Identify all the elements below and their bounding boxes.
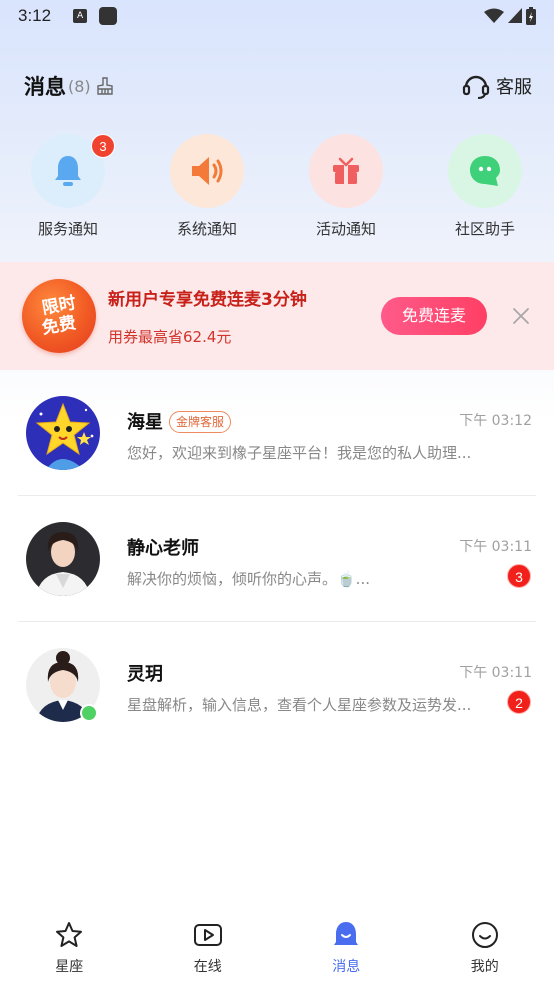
message-time: 下午 03:11 <box>459 665 532 681</box>
tab-label: 星座 <box>55 959 84 975</box>
contact-name-text: 海星 <box>127 412 163 433</box>
free-call-button[interactable]: 免费连麦 <box>381 297 487 335</box>
unread-badge: 2 <box>507 690 531 714</box>
shortcut-circle: 3 <box>31 134 115 208</box>
notification-a-icon: A <box>73 9 88 23</box>
tab-label: 在线 <box>193 959 222 975</box>
avatar <box>26 396 100 470</box>
shortcut-activity-notice[interactable]: 活动通知 <box>291 134 401 239</box>
star-icon <box>56 922 83 947</box>
chat-bubble-icon <box>470 156 500 186</box>
bottom-tab-bar: 星座 在线 消息 我的 <box>0 904 554 984</box>
shortcut-circle <box>448 134 522 208</box>
battery-icon <box>526 7 536 25</box>
close-icon[interactable] <box>510 305 532 327</box>
message-time: 下午 03:11 <box>459 539 532 555</box>
shortcut-label: 系统通知 <box>176 220 237 238</box>
tab-me[interactable]: 我的 <box>416 904 554 984</box>
message-count: (8) <box>68 76 91 96</box>
message-preview: 星盘解析，输入信息，查看个人星座参数及运势发... <box>127 696 472 714</box>
play-icon <box>193 924 222 946</box>
tab-label: 消息 <box>332 959 361 975</box>
page-header: 消息 (8) 客服 <box>24 68 532 104</box>
bell-icon <box>55 156 81 186</box>
message-preview: 您好，欢迎来到橡子星座平台！我是您的私人助理... <box>127 444 472 462</box>
headset-icon <box>462 75 490 99</box>
contact-name: 灵玥 <box>127 664 163 685</box>
customer-service-label: 客服 <box>496 77 532 98</box>
shortcut-circle <box>170 134 244 208</box>
limited-free-logo: 限时 免费 <box>22 279 96 353</box>
wifi-icon <box>484 8 504 23</box>
tab-messages[interactable]: 消息 <box>277 904 416 984</box>
message-preview: 解决你的烦恼，倾听你的心声。🍵... <box>127 570 370 588</box>
page-title: 消息 <box>24 75 66 99</box>
status-bar: 3:12 A <box>0 0 554 32</box>
tab-star[interactable]: 星座 <box>0 904 139 984</box>
message-bell-icon <box>334 922 359 945</box>
shortcut-system-notice[interactable]: 系统通知 <box>152 134 262 239</box>
shortcut-label: 活动通知 <box>315 220 376 238</box>
clear-unread-icon[interactable] <box>95 76 115 96</box>
logo-line2: 免费 <box>40 313 78 339</box>
tab-label: 我的 <box>470 959 499 975</box>
shortcut-service-notice[interactable]: 3 服务通知 <box>13 134 123 239</box>
online-status-dot <box>80 704 98 722</box>
gift-icon <box>333 157 359 184</box>
conversation-row[interactable]: 静心老师 下午 03:11 解决你的烦恼，倾听你的心声。🍵... 3 <box>0 496 554 622</box>
shortcut-community-assistant[interactable]: 社区助手 <box>430 134 540 239</box>
conversation-row[interactable]: 灵玥 下午 03:11 星盘解析，输入信息，查看个人星座参数及运势发... 2 <box>0 622 554 748</box>
promo-subtitle: 用券最高省62.4元 <box>108 328 232 346</box>
speaker-icon <box>192 157 223 185</box>
shortcut-label: 服务通知 <box>37 220 98 238</box>
customer-service-button[interactable]: 客服 <box>462 73 532 99</box>
notification-shortcuts: 3 服务通知 系统通知 活动通知 社区助手 <box>0 134 554 244</box>
smiley-icon <box>471 922 498 948</box>
service-notice-badge: 3 <box>91 134 115 158</box>
tab-online[interactable]: 在线 <box>139 904 278 984</box>
avatar <box>26 522 100 596</box>
gold-service-tag: 金牌客服 <box>169 411 232 433</box>
message-time: 下午 03:12 <box>459 413 532 429</box>
unread-badge: 3 <box>507 564 531 588</box>
conversation-row[interactable]: 海星 金牌客服 下午 03:12 您好，欢迎来到橡子星座平台！我是您的私人助理..… <box>0 370 554 496</box>
contact-name: 静心老师 <box>127 538 199 559</box>
status-time: 3:12 <box>18 6 52 25</box>
contact-name: 海星 金牌客服 <box>127 408 232 434</box>
signal-icon <box>508 8 522 23</box>
promo-title: 新用户专享免费连麦3分钟 <box>108 290 307 310</box>
shortcut-label: 社区助手 <box>454 220 515 238</box>
notification-square-icon <box>99 7 118 25</box>
shortcut-circle <box>309 134 383 208</box>
